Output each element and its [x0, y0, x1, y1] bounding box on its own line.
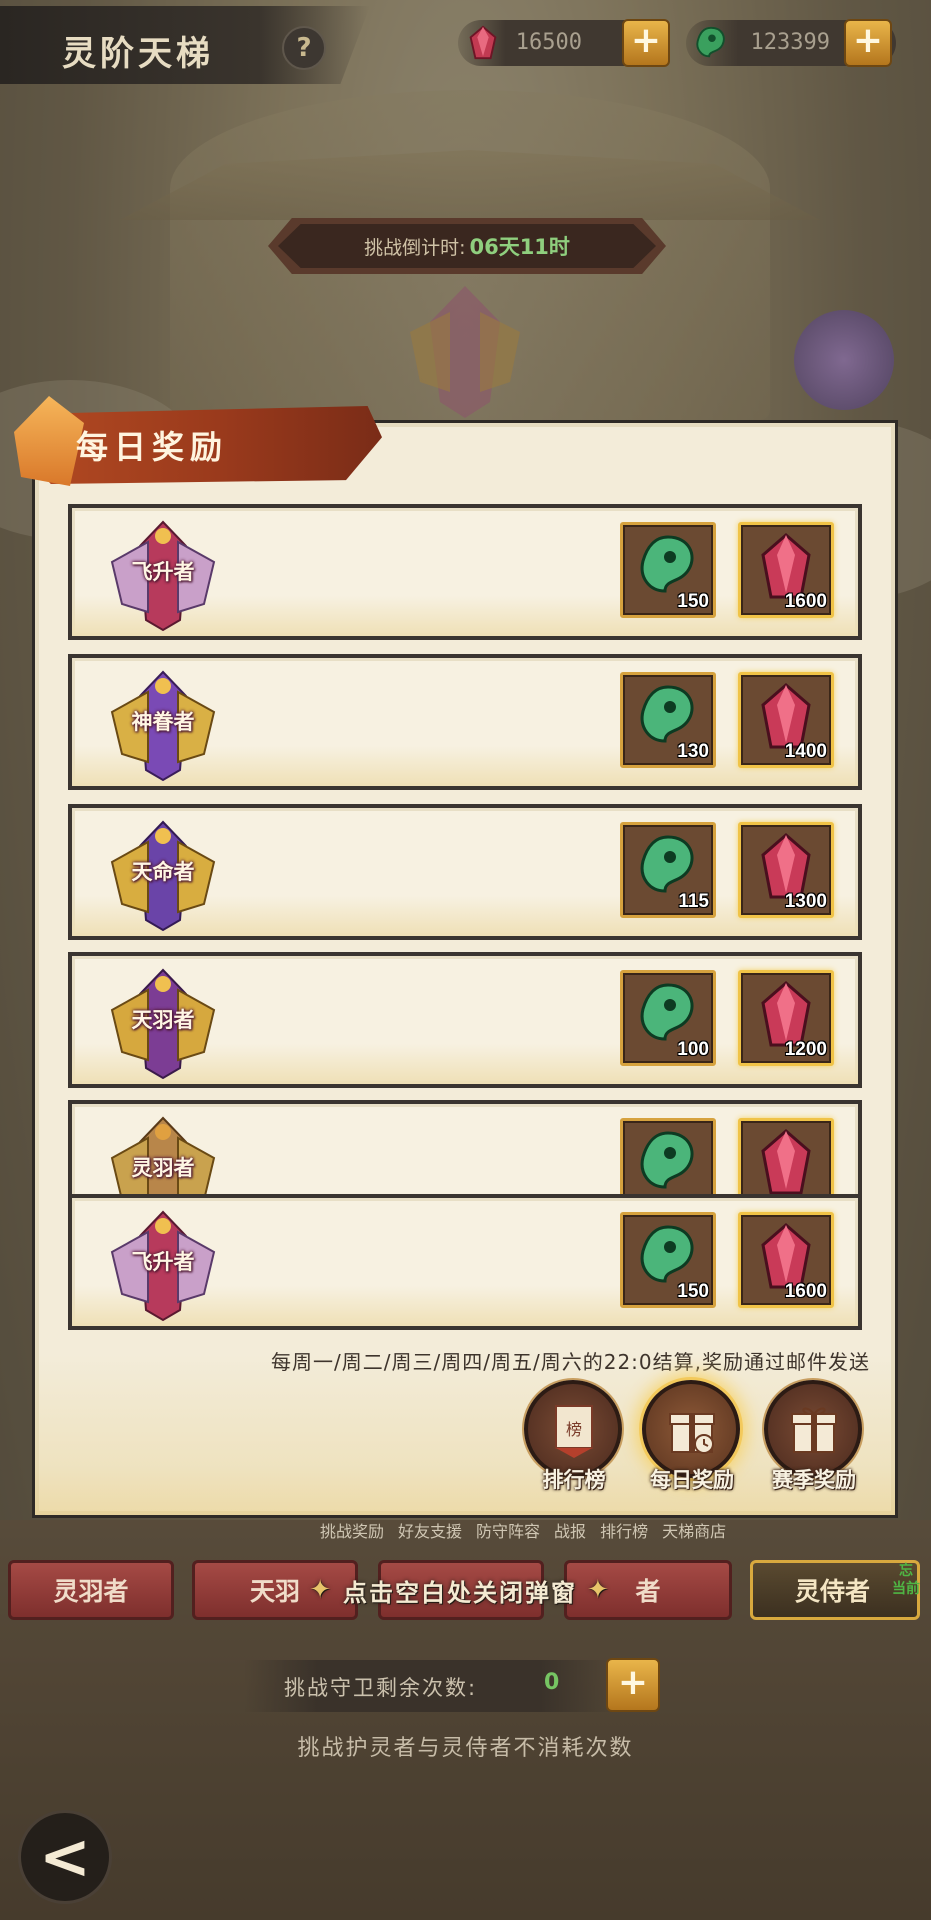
currency-red-crystal: 16500	[458, 20, 648, 66]
add-challenge-attempts-button[interactable]: +	[606, 1658, 660, 1712]
nav-battle-report[interactable]: 战报	[554, 1518, 586, 1542]
countdown-timer: 挑战倒计时: 06天11时	[278, 224, 656, 268]
nav-leaderboard[interactable]: 排行榜	[600, 1518, 648, 1542]
back-button[interactable]: <	[18, 1810, 112, 1904]
reward-slot-jade[interactable]: 150	[620, 1212, 716, 1308]
red-crystal-icon	[761, 1129, 811, 1195]
reward-row: 天羽者 100 1200	[68, 952, 862, 1088]
tier-name: 飞升者	[131, 1249, 195, 1274]
help-button[interactable]: ?	[282, 26, 326, 70]
reward-slot-jade[interactable]: 115	[620, 822, 716, 918]
tier-emblem: 飞升者	[98, 1206, 228, 1322]
guard-note: 挑战护灵者与灵侍者不消耗次数	[297, 1736, 634, 1761]
ranking-banner-icon: 榜	[555, 1405, 593, 1458]
tier-name: 天羽者	[131, 1007, 195, 1032]
jade-icon	[696, 26, 725, 58]
reward-quantity: 115	[678, 891, 709, 912]
reward-row: 神眷者 130 1400	[68, 654, 862, 790]
back-arrow-icon: <	[39, 1820, 91, 1893]
reward-row: 飞升者 150 1600	[68, 1194, 862, 1330]
jade-amount: 123399	[750, 30, 830, 55]
current-rank-emblem-icon	[410, 286, 520, 418]
reward-quantity: 130	[677, 741, 709, 762]
close-hint: ✦ 点击空白处关闭弹窗 ✦	[200, 1566, 720, 1614]
reward-quantity: 1400	[784, 741, 827, 762]
tier-emblem: 飞升者	[98, 516, 228, 632]
tier-name: 灵羽者	[131, 1155, 195, 1180]
daily-gift-clock-icon	[669, 1413, 715, 1454]
wing-left-icon: ✦	[309, 1575, 333, 1605]
reward-quantity: 150	[677, 591, 709, 612]
reward-slot-jade[interactable]: 150	[620, 522, 716, 618]
reward-slot-red-crystal[interactable]: 1200	[738, 970, 834, 1066]
reward-slot-red-crystal[interactable]: 1300	[738, 822, 834, 918]
close-hint-text: 点击空白处关闭弹窗	[343, 1578, 577, 1607]
tier-emblem: 天羽者	[98, 964, 228, 1080]
reward-slot-jade[interactable]: 130	[620, 672, 716, 768]
modal-title: 每日奖励	[76, 428, 229, 466]
reward-quantity: 100	[677, 1039, 709, 1060]
add-jade-button[interactable]: +	[844, 19, 892, 67]
side-emblem-icon[interactable]	[794, 310, 894, 410]
reward-row: 飞升者 150 1600	[68, 504, 862, 640]
tier-emblem: 神眷者	[98, 666, 228, 782]
countdown-label: 挑战倒计时:	[364, 236, 466, 259]
red-crystal-icon	[469, 25, 497, 60]
gift-box-icon	[791, 1407, 837, 1453]
reward-list[interactable]: 飞升者 150 1600 神眷者 130 1400 天命者 115 1300 天…	[68, 504, 862, 1330]
reward-slot-red-crystal[interactable]: 1600	[738, 1212, 834, 1308]
svg-text:榜: 榜	[566, 1420, 582, 1439]
reward-row: 天命者 115 1300	[68, 804, 862, 940]
nav-friend-support[interactable]: 好友支援	[398, 1518, 462, 1542]
tier-name: 飞升者	[131, 559, 195, 584]
countdown-value: 06天11时	[469, 235, 570, 259]
red-crystal-amount: 16500	[515, 30, 582, 55]
nav-defense-lineup[interactable]: 防守阵容	[476, 1518, 540, 1542]
reward-quantity: 150	[677, 1281, 709, 1302]
daily-rewards-label: 每日奖励	[650, 1468, 734, 1492]
page-title: 灵阶天梯	[62, 34, 214, 74]
season-rewards-label: 赛季奖励	[772, 1468, 856, 1492]
guard-counter-value: 0	[544, 1670, 560, 1695]
tier-name: 天命者	[131, 859, 195, 884]
nav-ladder-shop[interactable]: 天梯商店	[662, 1518, 726, 1542]
tier-tab-spirit-feather[interactable]: 灵羽者	[8, 1560, 174, 1620]
jade-icon	[640, 1131, 694, 1189]
reward-quantity: 1600	[784, 1281, 827, 1302]
reward-quantity: 1300	[784, 891, 827, 912]
reward-slot-red-crystal[interactable]: 1400	[738, 672, 834, 768]
reward-slot-red-crystal[interactable]: 1600	[738, 522, 834, 618]
reward-quantity: 1600	[784, 591, 827, 612]
guard-counter-label: 挑战守卫剩余次数:	[284, 1676, 478, 1700]
reward-slot-jade[interactable]: 100	[620, 970, 716, 1066]
bottom-nav: 挑战奖励 好友支援 防守阵容 战报 排行榜 天梯商店	[320, 1518, 920, 1542]
tier-emblem: 天命者	[98, 816, 228, 932]
ranking-label: 排行榜	[542, 1468, 606, 1492]
nav-challenge-rewards[interactable]: 挑战奖励	[320, 1518, 384, 1542]
tier-name: 神眷者	[131, 709, 195, 734]
reward-quantity: 1200	[784, 1039, 827, 1060]
add-red-crystal-button[interactable]: +	[622, 19, 670, 67]
current-tier-badge: 忘 当前	[892, 1563, 920, 1597]
settlement-note: 每周一/周二/周三/周四/周五/周六的22:0结算,奖励通过邮件发送	[271, 1350, 870, 1374]
wing-right-icon: ✦	[587, 1575, 611, 1605]
